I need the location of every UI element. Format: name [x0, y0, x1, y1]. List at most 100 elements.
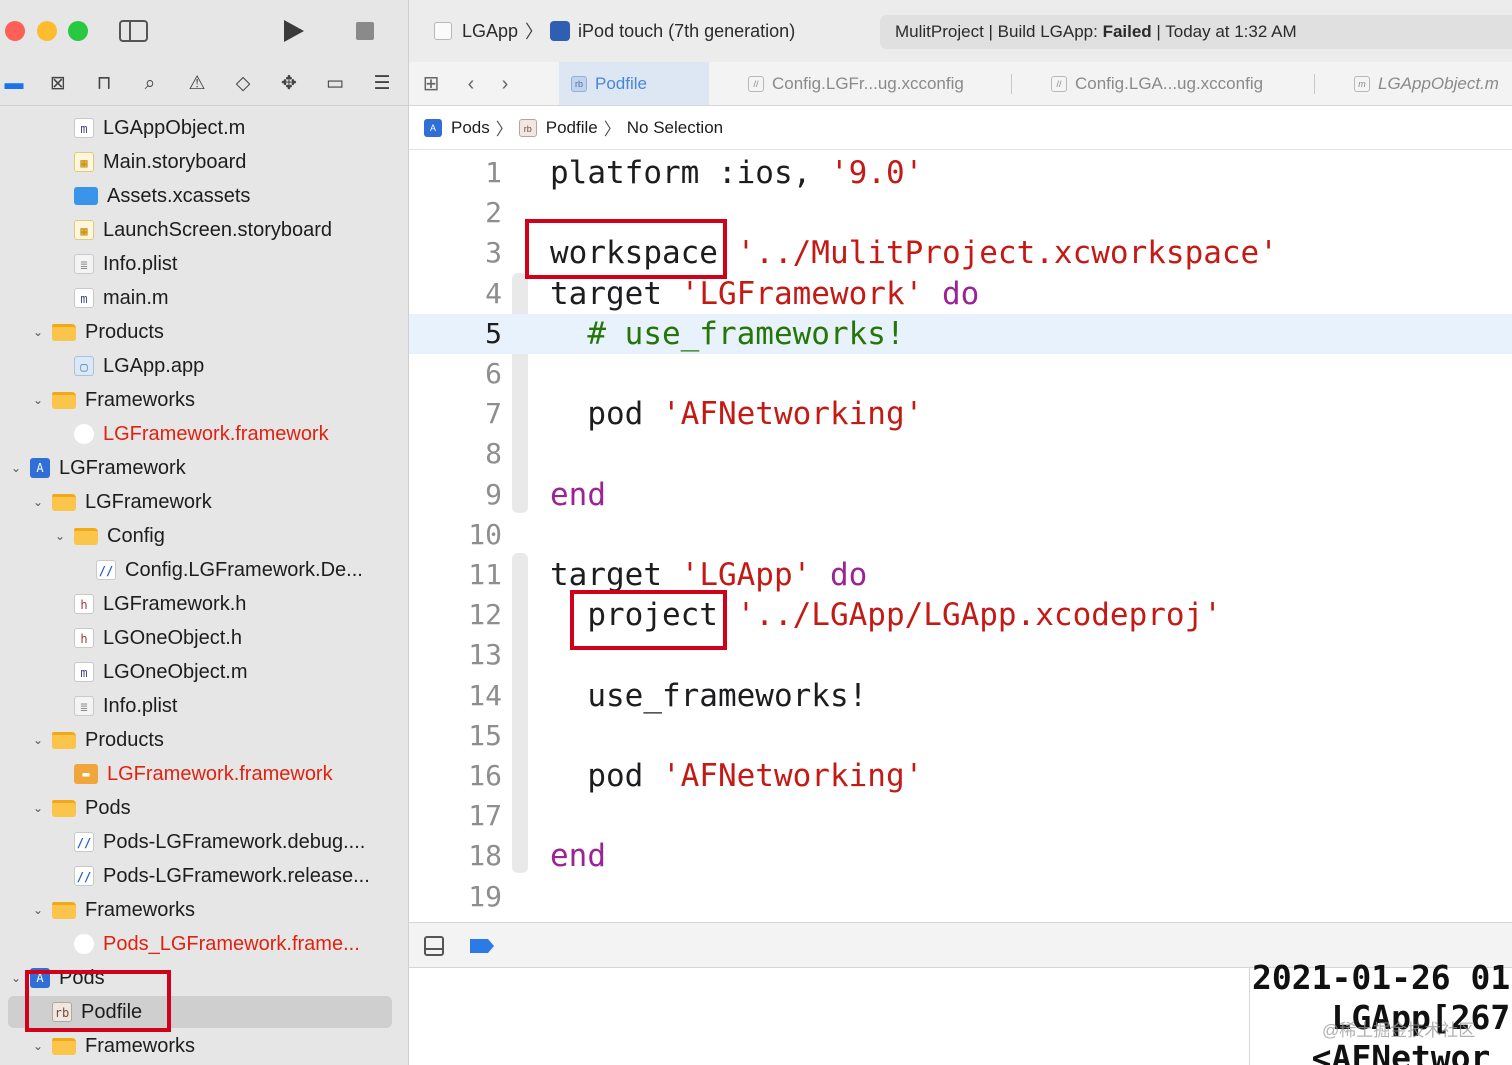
code-line[interactable]: 17: [409, 796, 1512, 836]
back-icon[interactable]: ‹: [459, 72, 483, 96]
test-icon[interactable]: ◇: [231, 72, 255, 96]
code-line[interactable]: 16 pod 'AFNetworking': [409, 756, 1512, 796]
tree-item[interactable]: ⌄Pods_LGFramework.frame...: [0, 927, 408, 961]
close-window-button[interactable]: [5, 21, 25, 41]
tree-item[interactable]: ⌄hLGFramework.h: [0, 587, 408, 621]
tab-lgappobject[interactable]: m LGAppObject.m: [1342, 62, 1512, 105]
code-line[interactable]: 9 end: [409, 475, 1512, 515]
code-line[interactable]: 1 platform :ios, '9.0': [409, 153, 1512, 193]
code-text: target 'LGFramework' do: [550, 274, 979, 314]
tree-item-label: Main.storyboard: [103, 150, 247, 173]
tree-item[interactable]: ⌄▦LaunchScreen.storyboard: [0, 213, 408, 247]
tree-item[interactable]: ⌄LGFramework.framework: [0, 417, 408, 451]
tab-config-lgframework[interactable]: // Config.LGFr...ug.xcconfig: [736, 62, 1006, 105]
code-line[interactable]: 10: [409, 515, 1512, 555]
tree-item[interactable]: ⌄ LGFramework: [0, 485, 408, 519]
tree-item[interactable]: ⌄ A LGFramework: [0, 451, 408, 485]
folder-icon[interactable]: ▬: [2, 72, 26, 96]
tree-item[interactable]: ⌄//Pods-LGFramework.debug....: [0, 825, 408, 859]
tree-item[interactable]: ⌄//Config.LGFramework.De...: [0, 553, 408, 587]
tab-config-lgapp[interactable]: // Config.LGA...ug.xcconfig: [1039, 62, 1309, 105]
tree-item[interactable]: ⌄//Pods-LGFramework.release...: [0, 859, 408, 893]
hide-debug-area-icon[interactable]: [424, 936, 444, 956]
tree-item[interactable]: ⌄ Frameworks: [0, 383, 408, 417]
zoom-window-button[interactable]: [68, 21, 88, 41]
chevron-down-icon[interactable]: ⌄: [30, 902, 46, 918]
code-line[interactable]: 4 target 'LGFramework' do: [409, 274, 1512, 314]
hierarchy-icon[interactable]: ⊓: [92, 72, 116, 96]
debug-icon[interactable]: ✥: [277, 72, 301, 96]
chevron-down-icon[interactable]: ⌄: [52, 528, 68, 544]
tree-item-label: Frameworks: [85, 898, 196, 921]
ruby-file-icon: rb: [518, 118, 537, 137]
grid-icon[interactable]: ⊞: [419, 72, 443, 96]
forward-icon[interactable]: ›: [493, 72, 517, 96]
code-token: do: [811, 557, 868, 593]
activity-viewer[interactable]: MulitProject | Build LGApp: Failed | Tod…: [880, 15, 1512, 49]
tree-item-label: main.m: [103, 286, 169, 309]
code-line[interactable]: 14 use_frameworks!: [409, 676, 1512, 716]
minimize-window-button[interactable]: [37, 21, 57, 41]
code-line[interactable]: 7 pod 'AFNetworking': [409, 394, 1512, 434]
tree-item[interactable]: ⌄≣Info.plist: [0, 247, 408, 281]
line-number: 10: [468, 517, 502, 551]
chevron-down-icon[interactable]: ⌄: [30, 732, 46, 748]
code-token: '../MulitProject.xcworkspace': [736, 235, 1278, 272]
tab-podfile[interactable]: rb Podfile: [559, 62, 709, 105]
tree-item-label: LGFramework: [85, 490, 212, 513]
tree-item[interactable]: ⌄hLGOneObject.h: [0, 621, 408, 655]
config-file-icon: //: [748, 76, 764, 92]
search-icon[interactable]: ⌕: [138, 72, 162, 96]
tree-item-label: Info.plist: [103, 252, 178, 275]
objc-file-icon: m: [74, 662, 94, 682]
jumpbar-file[interactable]: Podfile: [546, 118, 598, 138]
code-line[interactable]: 11 target 'LGApp' do: [409, 555, 1512, 595]
code-token: pod: [550, 396, 662, 433]
scheme-selector[interactable]: LGApp 〉 iPod touch (7th generation): [434, 18, 795, 44]
tree-item[interactable]: ⌄▦Main.storyboard: [0, 145, 408, 179]
code-line[interactable]: 18 end: [409, 836, 1512, 876]
code-line[interactable]: 19: [409, 877, 1512, 917]
jumpbar-project[interactable]: Pods: [451, 118, 490, 138]
chevron-down-icon[interactable]: ⌄: [8, 460, 24, 476]
breakpoint-icon[interactable]: ▭: [323, 72, 347, 96]
report-icon[interactable]: ☰: [370, 72, 394, 96]
breakpoint-toggle-icon[interactable]: [470, 939, 494, 953]
code-line[interactable]: 6: [409, 354, 1512, 394]
tree-item[interactable]: ⌄ Config: [0, 519, 408, 553]
chevron-down-icon[interactable]: ⌄: [30, 800, 46, 816]
tree-item[interactable]: ⌄ Frameworks: [0, 893, 408, 927]
tree-item[interactable]: ⌄ Products: [0, 315, 408, 349]
tree-item[interactable]: ⌄ Pods: [0, 791, 408, 825]
run-button[interactable]: [284, 20, 304, 42]
chevron-down-icon[interactable]: ⌄: [30, 324, 46, 340]
tree-item[interactable]: ⌄≣Info.plist: [0, 689, 408, 723]
stop-button[interactable]: [356, 22, 374, 40]
line-number: 6: [485, 357, 502, 390]
tree-item[interactable]: ⌄Assets.xcassets: [0, 179, 408, 213]
source-control-icon[interactable]: ⊠: [46, 72, 70, 96]
code-token: platform :ios,: [550, 155, 830, 191]
sidebar-toggle-icon[interactable]: [119, 20, 148, 42]
chevron-down-icon[interactable]: ⌄: [30, 494, 46, 510]
tree-item[interactable]: ⌄mmain.m: [0, 281, 408, 315]
tree-item[interactable]: ⌄▢LGApp.app: [0, 349, 408, 383]
chevron-down-icon[interactable]: ⌄: [30, 392, 46, 408]
tree-item[interactable]: ⌄mLGAppObject.m: [0, 111, 408, 145]
app-bundle-icon: ▢: [74, 356, 94, 376]
code-line[interactable]: 5 # use_frameworks!: [409, 313, 1512, 354]
tree-item[interactable]: ⌄ Frameworks: [0, 1029, 408, 1063]
code-line[interactable]: 8: [409, 434, 1512, 474]
console-divider[interactable]: [1249, 968, 1250, 1065]
warning-icon[interactable]: ⚠: [185, 72, 209, 96]
chevron-down-icon[interactable]: ⌄: [8, 970, 24, 986]
jumpbar-symbol[interactable]: No Selection: [627, 118, 723, 138]
chevron-down-icon[interactable]: ⌄: [30, 1038, 46, 1054]
device-label[interactable]: iPod touch (7th generation): [578, 21, 795, 42]
code-line[interactable]: 15: [409, 716, 1512, 756]
tree-item[interactable]: ⌄▬LGFramework.framework: [0, 757, 408, 791]
folder-icon: [52, 731, 76, 749]
tree-item[interactable]: ⌄ Products: [0, 723, 408, 757]
tree-item[interactable]: ⌄mLGOneObject.m: [0, 655, 408, 689]
tree-item-label: Pods-LGFramework.debug....: [103, 830, 366, 853]
